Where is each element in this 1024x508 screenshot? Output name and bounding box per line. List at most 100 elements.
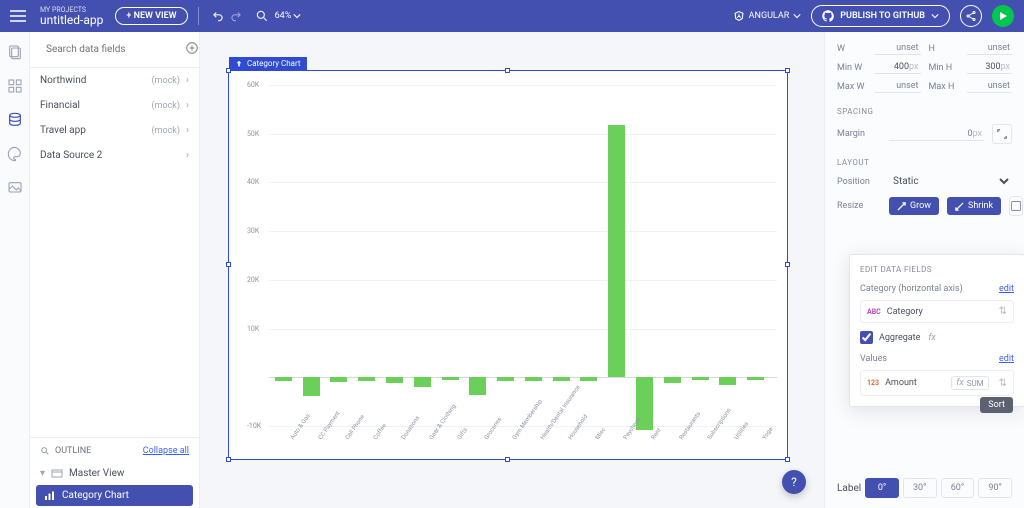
component-tag[interactable]: Category Chart <box>229 57 307 70</box>
aggregate-chip[interactable]: fxSUM <box>951 376 988 390</box>
chart-bar <box>692 377 709 380</box>
framework-select[interactable]: ANGULAR <box>733 10 802 22</box>
label-angle-option[interactable]: 0° <box>865 478 899 498</box>
outline-label: OUTLINE <box>55 446 91 456</box>
value-field[interactable]: 123 Amount fxSUM ⇅ Sort <box>860 370 1014 396</box>
field-reorder-icon[interactable]: ⇅ <box>999 306 1007 317</box>
data-source-item[interactable]: Financial(mock)› <box>30 93 199 118</box>
y-tick-label: 30K <box>247 227 259 235</box>
label-angle-option[interactable]: 30° <box>903 478 937 498</box>
upload-icon <box>235 60 243 68</box>
data-source-item[interactable]: Northwind(mock)› <box>30 68 199 93</box>
outline-icon <box>40 446 50 456</box>
chart-bar <box>469 377 486 395</box>
chart-bar <box>442 377 459 380</box>
view-icon <box>51 469 63 479</box>
project-title[interactable]: MY PROJECTS untitled-app <box>40 7 103 26</box>
y-tick-label: 50K <box>247 130 259 138</box>
zoom-level[interactable]: 64% <box>275 11 302 21</box>
chart-bar <box>497 377 514 380</box>
chart-bar <box>330 377 347 381</box>
chart-bar <box>414 377 431 387</box>
dim-maxh-label: Max H <box>929 82 959 92</box>
resize-options-icon[interactable] <box>1009 196 1023 216</box>
zoom-icon[interactable] <box>253 7 271 25</box>
publish-github-button[interactable]: PUBLISH TO GITHUB <box>811 5 950 27</box>
layout-section: LAYOUT <box>837 158 1012 167</box>
new-view-button[interactable]: + NEW VIEW <box>115 7 187 25</box>
chart-bar <box>608 125 625 377</box>
y-tick-label: 40K <box>247 178 259 186</box>
dim-h-value[interactable]: unset <box>967 42 1013 55</box>
chart-bar <box>664 377 681 383</box>
rail-pages-icon[interactable] <box>5 42 25 62</box>
search-input[interactable] <box>46 44 179 55</box>
dim-minw-label: Min W <box>837 63 867 73</box>
abc-badge-icon: ABC <box>867 308 881 316</box>
chart: -10K10K20K30K40K50K60K <box>247 85 777 429</box>
chart-bar <box>275 377 292 381</box>
category-field[interactable]: ABC Category ⇅ <box>860 300 1014 323</box>
shrink-chip[interactable]: Shrink <box>947 197 1001 215</box>
undo-icon[interactable] <box>209 7 227 25</box>
rail-themes-icon[interactable] <box>5 144 25 164</box>
redo-icon[interactable] <box>227 7 245 25</box>
label-angle-option[interactable]: 90° <box>978 478 1012 498</box>
edit-value-fields[interactable]: edit <box>999 354 1014 364</box>
collapse-all[interactable]: Collapse all <box>143 446 189 456</box>
dim-maxw-value[interactable]: unset <box>875 80 921 93</box>
dim-w-label: W <box>837 44 867 54</box>
dim-maxh-value[interactable]: unset <box>967 80 1013 93</box>
rail-components-icon[interactable] <box>5 76 25 96</box>
rail-data-icon[interactable] <box>5 110 25 130</box>
aggregate-toggle[interactable]: Aggregatefx <box>860 331 1014 344</box>
chart-bar <box>580 377 597 380</box>
share-icon[interactable] <box>960 5 982 27</box>
dim-h-label: H <box>929 44 959 54</box>
y-tick-label: 10K <box>247 325 259 333</box>
dim-w-value[interactable]: unset <box>875 42 921 55</box>
margin-expand-icon[interactable] <box>992 124 1012 144</box>
help-button[interactable]: ? <box>782 470 806 494</box>
category-axis-label: Category (horizontal axis) <box>860 284 963 294</box>
rail-assets-icon[interactable] <box>5 178 25 198</box>
chart-bar <box>719 377 736 385</box>
sort-tooltip: Sort <box>980 397 1013 413</box>
values-label: Values <box>860 354 887 364</box>
data-source-item[interactable]: Data Source 2› <box>30 143 199 168</box>
popover-title: EDIT DATA FIELDS <box>860 265 1014 274</box>
edit-data-fields-popover: EDIT DATA FIELDS Category (horizontal ax… <box>849 254 1024 407</box>
add-datasource-icon[interactable] <box>185 40 199 59</box>
field-sort-icon[interactable]: ⇅ <box>999 378 1007 389</box>
tree-master-view[interactable]: ▾ Master View <box>30 464 199 483</box>
menu-icon[interactable] <box>10 10 28 22</box>
data-source-item[interactable]: Travel app(mock)› <box>30 118 199 143</box>
margin-value[interactable]: 0px <box>889 128 984 141</box>
resize-label: Resize <box>837 201 881 211</box>
chart-bar <box>525 377 542 381</box>
y-tick-label: 60K <box>247 81 259 89</box>
run-button[interactable] <box>992 5 1014 27</box>
chart-icon <box>44 491 56 501</box>
spacing-section: SPACING <box>837 107 1012 116</box>
y-tick-label: -10K <box>247 422 261 430</box>
dim-minh-value[interactable]: 300px <box>967 61 1013 74</box>
chart-bar <box>386 377 403 382</box>
dim-minh-label: Min H <box>929 63 959 73</box>
y-tick-label: 20K <box>247 276 259 284</box>
chart-bar <box>747 377 764 380</box>
position-select[interactable]: Static <box>889 175 1012 188</box>
label-angle-option[interactable]: 60° <box>941 478 975 498</box>
grow-chip[interactable]: Grow <box>889 197 939 215</box>
edit-category-fields[interactable]: edit <box>999 284 1014 294</box>
tree-selected-node[interactable]: Category Chart <box>36 485 193 506</box>
position-label: Position <box>837 177 881 187</box>
chart-bar <box>358 377 375 380</box>
dim-minw-value[interactable]: 400px <box>875 61 921 74</box>
margin-label: Margin <box>837 129 881 139</box>
selected-component[interactable]: Category Chart -10K10K20K30K40K50K60K Au… <box>228 70 788 460</box>
chart-bar <box>303 377 320 396</box>
dim-maxw-label: Max W <box>837 82 867 92</box>
label-angle-label: Label <box>837 483 861 494</box>
num-badge-icon: 123 <box>867 379 879 387</box>
